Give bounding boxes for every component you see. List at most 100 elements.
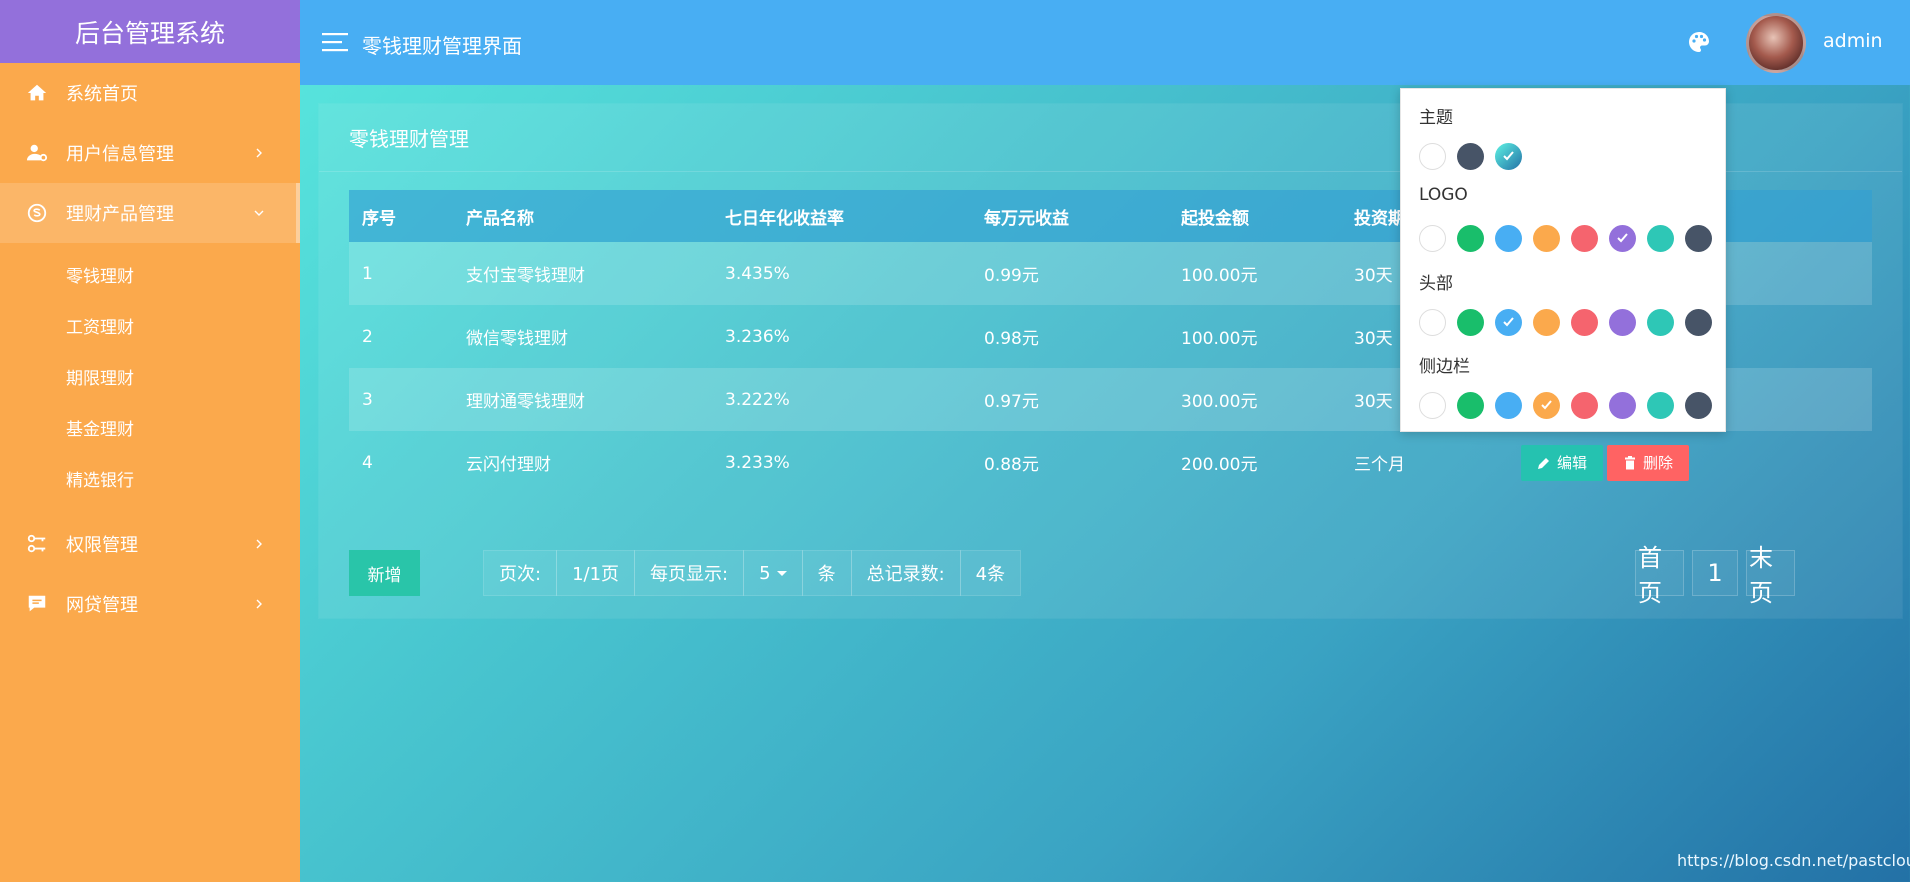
hamburger-menu-icon[interactable] <box>322 33 348 52</box>
theme-swatches <box>1419 143 1522 170</box>
cell-income: 0.98元 <box>984 329 1039 349</box>
per-page-value: 5 <box>759 562 771 584</box>
logo-swatch-teal[interactable] <box>1647 225 1674 252</box>
page-number-button[interactable]: 1 <box>1692 550 1738 596</box>
key-icon <box>27 534 46 553</box>
logo-swatch-purple[interactable] <box>1609 225 1636 252</box>
sidebar-item-permissions[interactable]: 权限管理 <box>0 514 300 574</box>
home-icon <box>27 84 47 101</box>
sidebar-item-home[interactable]: 系统首页 <box>0 63 300 123</box>
cell-income: 0.99元 <box>971 242 1168 305</box>
col-header: 序号 <box>349 190 453 242</box>
sidebar-item-label: 网贷管理 <box>66 595 138 616</box>
logo-swatches <box>1419 225 1712 252</box>
sidebar-item-label: 理财产品管理 <box>66 204 174 225</box>
theme-panel: 主题 LOGO 头部 侧边栏 <box>1400 88 1726 432</box>
cell-rate: 3.435% <box>712 242 971 305</box>
sidebar-swatch-purple[interactable] <box>1609 392 1636 419</box>
delete-button[interactable]: 删除 <box>1607 444 1690 481</box>
sidebar-swatch-green[interactable] <box>1457 392 1484 419</box>
header-section-label: 头部 <box>1419 274 1453 294</box>
cell-min: 100.00元 <box>1181 329 1258 349</box>
header-swatch-red[interactable] <box>1571 309 1598 336</box>
palette-icon[interactable] <box>1687 30 1711 54</box>
pagination: 首页 1 末页 <box>1635 544 1795 607</box>
theme-section-label: 主题 <box>1419 108 1453 128</box>
top-header: 零钱理财管理界面 admin <box>300 0 1910 85</box>
header-swatch-green[interactable] <box>1457 309 1484 336</box>
per-page-select[interactable]: 5 <box>743 550 803 596</box>
caret-down-icon <box>776 570 787 576</box>
pencil-icon <box>1538 457 1549 469</box>
cell-term: 三个月 <box>1354 455 1405 475</box>
sidebar-swatch-white[interactable] <box>1419 392 1446 419</box>
logo-swatch-orange[interactable] <box>1533 225 1560 252</box>
logo-swatch-green[interactable] <box>1457 225 1484 252</box>
sidebar-item-products[interactable]: 理财产品管理 <box>0 183 300 243</box>
check-icon <box>1617 233 1628 243</box>
sidebar-item-user-info[interactable]: 用户信息管理 <box>0 123 300 183</box>
cell-rate: 3.222% <box>712 368 971 431</box>
sidebar-swatch-blue[interactable] <box>1495 392 1522 419</box>
table-row: 4 云闪付理财 3.233% 0.88元 200.00元 三个月 编辑 删除 <box>349 431 1872 494</box>
check-icon <box>1541 400 1552 410</box>
page-label: 页次: <box>483 550 558 596</box>
app-logo[interactable]: 后台管理系统 <box>0 0 300 63</box>
check-icon <box>1503 317 1514 327</box>
submenu-item-fund[interactable]: 基金理财 <box>0 402 300 453</box>
cell-min: 300.00元 <box>1168 368 1341 431</box>
sidebar-swatch-dark[interactable] <box>1685 392 1712 419</box>
edit-button-label: 编辑 <box>1557 455 1588 472</box>
pagination-info: 页次: 1/1页 每页显示: 5 条 总记录数: 4条 <box>483 550 1022 596</box>
cell-no: 2 <box>362 326 373 347</box>
submenu-item-change[interactable]: 零钱理财 <box>0 249 300 300</box>
page-title: 零钱理财管理界面 <box>362 34 522 58</box>
first-page-button[interactable]: 首页 <box>1635 544 1684 607</box>
sidebar-swatch-teal[interactable] <box>1647 392 1674 419</box>
sidebar-swatch-orange[interactable] <box>1533 392 1560 419</box>
avatar[interactable] <box>1746 13 1806 73</box>
sidebar-swatch-red[interactable] <box>1571 392 1598 419</box>
sidebar-item-loans[interactable]: 网贷管理 <box>0 574 300 634</box>
sidebar-item-label: 权限管理 <box>66 535 138 556</box>
submenu-item-salary[interactable]: 工资理财 <box>0 300 300 351</box>
header-swatch-teal[interactable] <box>1647 309 1674 336</box>
per-page-label: 每页显示: <box>634 550 745 596</box>
header-swatch-purple[interactable] <box>1609 309 1636 336</box>
header-swatch-orange[interactable] <box>1533 309 1560 336</box>
cell-no: 1 <box>349 242 453 305</box>
edit-button[interactable]: 编辑 <box>1521 444 1604 481</box>
submenu-products: 零钱理财 工资理财 期限理财 基金理财 精选银行 <box>0 243 300 514</box>
cell-actions: 编辑 删除 <box>1508 431 1872 494</box>
cell-name: 微信零钱理财 <box>466 329 568 349</box>
watermark: https://blog.csdn.net/pastclouds <box>1677 851 1910 870</box>
logo-swatch-blue[interactable] <box>1495 225 1522 252</box>
header-swatch-dark[interactable] <box>1685 309 1712 336</box>
cell-no: 3 <box>349 368 453 431</box>
skype-icon <box>27 203 47 223</box>
header-swatch-white[interactable] <box>1419 309 1446 336</box>
logo-swatch-red[interactable] <box>1571 225 1598 252</box>
add-button[interactable]: 新增 <box>349 550 420 596</box>
cell-rate: 3.233% <box>725 452 790 473</box>
submenu-item-bank[interactable]: 精选银行 <box>0 453 300 504</box>
user-gear-icon <box>26 144 48 162</box>
cell-no: 4 <box>362 452 373 473</box>
header-swatches <box>1419 309 1712 336</box>
header-swatch-blue[interactable] <box>1495 309 1522 336</box>
col-header: 产品名称 <box>453 190 712 242</box>
chevron-right-icon <box>256 148 262 158</box>
page-value: 1/1页 <box>556 550 636 596</box>
theme-swatch-gradient[interactable] <box>1495 143 1522 170</box>
logo-swatch-white[interactable] <box>1419 225 1446 252</box>
col-header: 七日年化收益率 <box>712 190 971 242</box>
cell-income: 0.88元 <box>984 455 1039 475</box>
theme-swatch-white[interactable] <box>1419 143 1446 170</box>
logo-swatch-dark[interactable] <box>1685 225 1712 252</box>
theme-swatch-dark[interactable] <box>1457 143 1484 170</box>
col-header: 每万元收益 <box>971 190 1168 242</box>
sidebar-item-label: 用户信息管理 <box>66 144 174 165</box>
submenu-item-term[interactable]: 期限理财 <box>0 351 300 402</box>
last-page-button[interactable]: 末页 <box>1746 544 1795 607</box>
username[interactable]: admin <box>1823 30 1883 52</box>
